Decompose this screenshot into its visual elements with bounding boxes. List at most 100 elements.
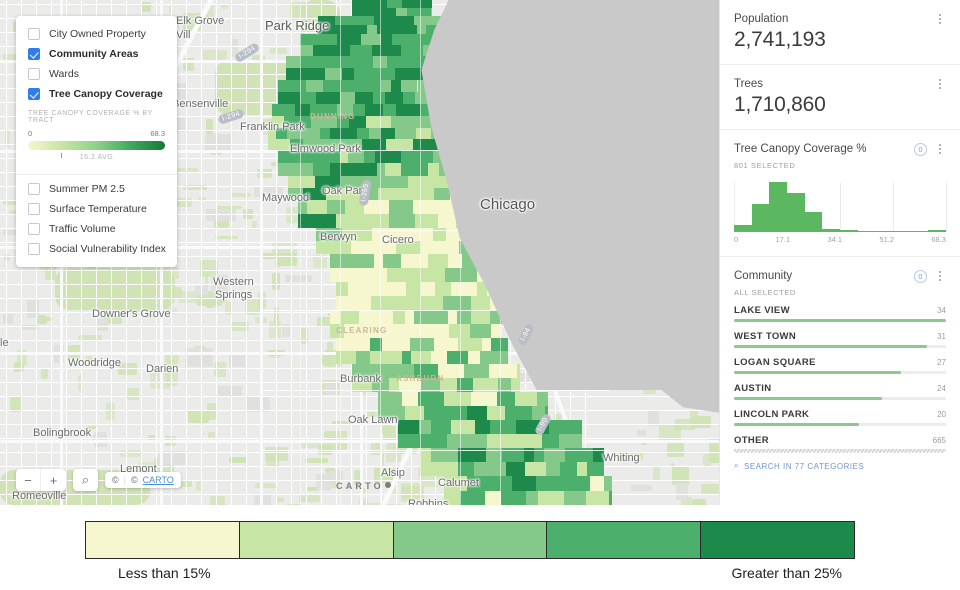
histogram-bar[interactable] [822,228,841,232]
census-tract[interactable] [402,392,418,406]
census-tract[interactable] [463,364,490,378]
census-tract[interactable] [371,241,397,254]
census-tract[interactable] [306,200,327,214]
census-tract[interactable] [501,490,526,505]
census-tract[interactable] [370,351,388,364]
layer-toggle-traffic-volume[interactable]: Traffic Volume [16,219,177,239]
layer-toggle-tree-canopy-coverage[interactable]: Tree Canopy Coverage [16,84,177,104]
census-tract[interactable] [360,34,382,45]
census-tract[interactable] [336,296,350,310]
layer-list-primary[interactable]: City Owned Property Community Areas Wards T… [16,24,177,104]
census-tract[interactable] [389,200,414,214]
census-tract[interactable] [525,490,539,505]
census-tract[interactable] [427,163,439,176]
histogram-bar[interactable] [804,211,823,232]
census-tract[interactable] [401,0,426,8]
census-tract[interactable] [300,92,317,104]
census-tract[interactable] [272,116,284,128]
census-tract[interactable] [369,0,388,8]
census-tract[interactable] [422,324,440,338]
census-tract[interactable] [505,406,532,420]
census-tract[interactable] [289,150,317,163]
layer-panel[interactable]: City Owned Property Community Areas Wards T… [16,16,177,267]
census-tract[interactable] [395,8,408,16]
census-tract[interactable] [420,282,435,296]
census-tract[interactable] [348,254,374,268]
census-tract[interactable] [314,176,342,188]
checkbox-unchecked-icon[interactable] [28,243,40,255]
census-tract[interactable] [401,80,418,92]
census-tract[interactable] [289,139,304,150]
census-tract[interactable] [436,268,445,282]
census-tract[interactable] [508,434,533,448]
canopy-histogram-bars[interactable] [734,182,947,232]
map-controls[interactable]: − + ⌕ © | © CARTO [16,469,181,491]
stat-kebab-menu-icon[interactable] [934,77,946,91]
census-tract[interactable] [397,25,418,34]
census-tract[interactable] [378,406,405,420]
census-tract[interactable] [316,241,335,254]
census-tract[interactable] [326,34,337,45]
census-tract[interactable] [381,34,393,45]
census-tract[interactable] [335,214,359,228]
checkbox-checked-icon[interactable] [28,88,40,100]
census-tract[interactable] [374,8,396,16]
census-tract[interactable] [474,420,491,434]
census-tract[interactable] [327,56,336,68]
census-tract[interactable] [305,80,324,92]
census-tract[interactable] [515,420,534,434]
census-tract[interactable] [461,434,488,448]
census-tract[interactable] [431,8,432,16]
census-tract[interactable] [414,214,439,228]
community-category-row[interactable]: OTHER 665 [734,435,946,453]
census-tract[interactable] [399,214,415,228]
census-tract[interactable] [417,392,444,406]
histogram-bar[interactable] [857,231,876,232]
census-tract[interactable] [390,80,402,92]
census-tract[interactable] [603,476,612,491]
census-tract[interactable] [396,241,421,254]
census-tract[interactable] [484,490,502,505]
map-search-control-group[interactable]: ⌕ [73,469,98,491]
census-tract[interactable] [380,80,391,92]
histogram-bar[interactable] [734,224,752,232]
census-tract[interactable] [424,296,444,310]
census-tract[interactable] [278,80,306,92]
census-tract[interactable] [387,56,406,68]
census-tract[interactable] [378,392,403,406]
census-tract[interactable] [600,462,604,476]
census-tract[interactable] [381,338,410,351]
community-reset-badge[interactable]: 0 [914,269,927,283]
checkbox-unchecked-icon[interactable] [28,203,40,215]
census-tract[interactable] [287,128,308,139]
census-tract[interactable] [428,310,449,324]
census-tract[interactable] [524,462,546,476]
census-tract[interactable] [506,462,525,476]
census-tract[interactable] [428,254,449,268]
census-tract[interactable] [409,338,434,351]
census-tract[interactable] [420,462,434,476]
census-tract[interactable] [281,104,295,116]
census-tract[interactable] [490,420,516,434]
census-tract[interactable] [278,150,290,163]
community-category-row[interactable]: AUSTIN 24 [734,383,946,400]
census-tract[interactable] [467,476,485,491]
census-tract[interactable] [361,56,373,68]
census-tract[interactable] [590,476,604,491]
census-tract[interactable] [288,176,297,188]
census-tract[interactable] [363,150,375,163]
canopy-widget-tools[interactable]: 0 [914,142,946,156]
census-tract[interactable] [385,163,401,176]
census-tract[interactable] [348,282,369,296]
census-tract[interactable] [536,476,557,491]
census-tract[interactable] [359,310,373,324]
census-tract[interactable] [373,254,384,268]
census-tract[interactable] [339,92,355,104]
census-tract[interactable] [389,214,400,228]
census-tract[interactable] [386,16,402,25]
census-tract[interactable] [467,406,487,420]
canopy-reset-badge[interactable]: 0 [914,142,927,156]
census-tract[interactable] [420,241,442,254]
census-tract[interactable] [480,351,493,364]
census-tract[interactable] [286,68,309,80]
